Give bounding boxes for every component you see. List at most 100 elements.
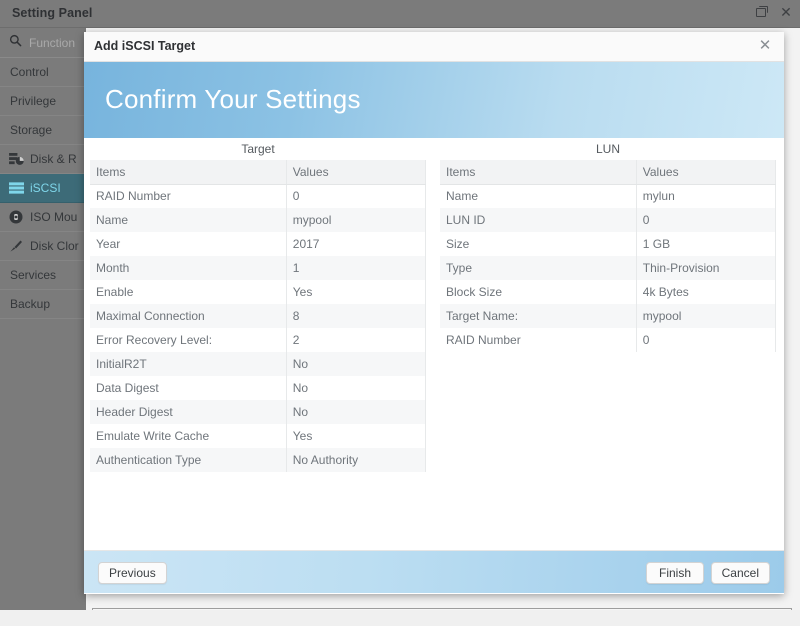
row-item-label: Type xyxy=(440,256,637,280)
table-row: Target Name: mypool xyxy=(440,304,777,328)
row-item-label: Name xyxy=(90,208,287,232)
table-row: Year 2017 xyxy=(90,232,427,256)
table-row: LUN ID 0 xyxy=(440,208,777,232)
table-row: Block Size 4k Bytes xyxy=(440,280,777,304)
row-item-label: Data Digest xyxy=(90,376,287,400)
row-item-value: No xyxy=(286,376,427,400)
row-item-value: 1 GB xyxy=(636,232,777,256)
row-item-value: Thin-Provision xyxy=(636,256,777,280)
search-row[interactable]: Function xyxy=(0,28,86,58)
row-item-label: Enable xyxy=(90,280,287,304)
column-header-values: Values xyxy=(286,160,427,185)
add-iscsi-target-dialog: Add iSCSI Target ✕ Confirm Your Settings… xyxy=(84,32,784,594)
previous-button[interactable]: Previous xyxy=(98,562,167,584)
sidebar: Function Control Privilege Storage Disk & R… xyxy=(0,28,86,610)
row-item-label: LUN ID xyxy=(440,208,637,232)
sidebar-item-iscsi[interactable]: iSCSI xyxy=(0,174,86,203)
cancel-button[interactable]: Cancel xyxy=(710,562,770,584)
row-item-value: No xyxy=(286,352,427,376)
row-item-label: Block Size xyxy=(440,280,637,304)
finish-button[interactable]: Finish xyxy=(646,562,704,584)
row-item-label: RAID Number xyxy=(90,184,287,208)
table-row: InitialR2T No xyxy=(90,352,427,376)
table-header-row: Items Values xyxy=(90,160,427,185)
search-icon xyxy=(9,34,22,52)
row-item-label: InitialR2T xyxy=(90,352,287,376)
table-row: Data Digest No xyxy=(90,376,427,400)
row-item-value: mypool xyxy=(286,208,427,232)
row-item-label: Header Digest xyxy=(90,400,287,424)
target-summary-table: Target Items Values RAID Number 0 Name mypo… xyxy=(90,138,427,472)
column-header-items: Items xyxy=(90,160,287,185)
row-item-value: No Authority xyxy=(286,448,427,472)
sidebar-item-privilege[interactable]: Privilege xyxy=(0,87,86,116)
row-item-value: 2017 xyxy=(286,232,427,256)
row-item-value: 8 xyxy=(286,304,427,328)
table-row: Error Recovery Level: 2 xyxy=(90,328,427,352)
row-item-label: Target Name: xyxy=(440,304,637,328)
sidebar-item-disk-clor[interactable]: Disk Clor xyxy=(0,232,86,261)
row-item-value: Yes xyxy=(286,424,427,448)
table-row: Month 1 xyxy=(90,256,427,280)
sidebar-item-storage[interactable]: Storage xyxy=(0,116,86,145)
column-header-items: Items xyxy=(440,160,637,185)
dialog-header: Add iSCSI Target ✕ xyxy=(84,32,784,62)
row-item-value: mylun xyxy=(636,184,777,208)
sidebar-item-services[interactable]: Services xyxy=(0,261,86,290)
sidebar-item-label: Backup xyxy=(10,297,51,311)
sidebar-item-label: Disk Clor xyxy=(30,239,79,253)
sidebar-item-label: Control xyxy=(10,65,49,79)
table-row: Emulate Write Cache Yes xyxy=(90,424,427,448)
search-input[interactable]: Function xyxy=(29,36,75,50)
row-item-value: mypool xyxy=(636,304,777,328)
row-item-value: No xyxy=(286,400,427,424)
target-table-caption: Target xyxy=(241,142,275,156)
row-item-value: 0 xyxy=(286,184,427,208)
window-controls: ✕ xyxy=(753,4,794,20)
disk-clone-icon xyxy=(8,239,24,253)
banner-heading: Confirm Your Settings xyxy=(105,84,361,114)
row-item-label: Authentication Type xyxy=(90,448,287,472)
dialog-banner: Confirm Your Settings xyxy=(84,62,784,138)
row-item-label: Name xyxy=(440,184,637,208)
sidebar-item-control[interactable]: Control xyxy=(0,58,86,87)
target-table: Items Values RAID Number 0 Name mypool Year 2… xyxy=(90,160,427,472)
table-row: Maximal Connection 8 xyxy=(90,304,427,328)
row-item-label: Month xyxy=(90,256,287,280)
dialog-body: Target Items Values RAID Number 0 Name mypo… xyxy=(84,138,784,550)
row-item-label: Error Recovery Level: xyxy=(90,328,287,352)
row-item-value: 0 xyxy=(636,208,777,232)
table-row: Name mylun xyxy=(440,184,777,208)
restore-icon[interactable] xyxy=(753,4,769,20)
row-item-value: 4k Bytes xyxy=(636,280,777,304)
app-titlebar: Setting Panel ✕ xyxy=(0,0,800,28)
summary-tables: Target Items Values RAID Number 0 Name mypo… xyxy=(84,138,784,550)
sidebar-item-disk-r[interactable]: Disk & R xyxy=(0,145,86,174)
row-item-value: 0 xyxy=(636,328,777,352)
dialog-title: Add iSCSI Target xyxy=(94,39,196,53)
sidebar-nav: Control Privilege Storage Disk & R iSCSI ISO … xyxy=(0,58,86,319)
app-title: Setting Panel xyxy=(12,6,93,20)
table-row: Enable Yes xyxy=(90,280,427,304)
table-header-row: Items Values xyxy=(440,160,777,185)
sidebar-item-label: Disk & R xyxy=(30,152,77,166)
row-item-value: 1 xyxy=(286,256,427,280)
row-item-label: Emulate Write Cache xyxy=(90,424,287,448)
sidebar-item-label: ISO Mou xyxy=(30,210,78,224)
app-bottom-strip xyxy=(0,610,800,626)
table-row: Header Digest No xyxy=(90,400,427,424)
row-item-value: Yes xyxy=(286,280,427,304)
sidebar-item-label: Storage xyxy=(10,123,53,137)
row-item-value: 2 xyxy=(286,328,427,352)
row-item-label: Size xyxy=(440,232,637,256)
sidebar-item-label: Privilege xyxy=(10,94,57,108)
sidebar-item-backup[interactable]: Backup xyxy=(0,290,86,319)
table-row: Size 1 GB xyxy=(440,232,777,256)
close-icon[interactable]: ✕ xyxy=(756,36,774,54)
close-icon[interactable]: ✕ xyxy=(778,4,794,20)
row-item-label: RAID Number xyxy=(440,328,637,352)
iso-mount-icon xyxy=(8,210,24,224)
disk-raid-icon xyxy=(8,152,24,166)
sidebar-item-iso-mou[interactable]: ISO Mou xyxy=(0,203,86,232)
sidebar-item-label: Services xyxy=(10,268,57,282)
